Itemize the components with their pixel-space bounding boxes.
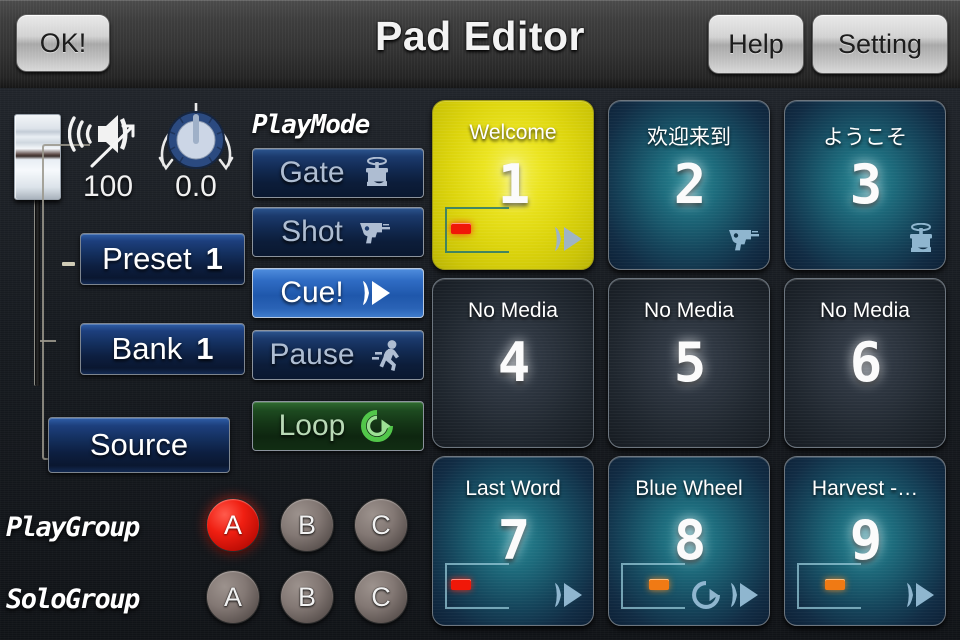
knob-value: 0.0 <box>175 170 217 203</box>
pad-mode-icons <box>551 577 585 613</box>
pad-grid: Welcome 1 欢迎来到 2 ようこそ 3 No Media 4 No Media 5 N… <box>432 100 952 636</box>
playgroup-button-a[interactable]: A <box>206 498 260 552</box>
titlebar: OK! Pad Editor Help Setting <box>0 0 960 90</box>
loop-arrow-icon <box>357 409 397 443</box>
pad-status-led <box>649 579 669 590</box>
pad-1[interactable]: Welcome 1 <box>432 100 594 270</box>
pistol-icon <box>727 225 761 253</box>
pad-5[interactable]: No Media 5 <box>608 278 770 448</box>
help-button[interactable]: Help <box>708 14 804 74</box>
playmode-shot-button[interactable]: Shot <box>252 207 424 257</box>
pad-3[interactable]: ようこそ 3 <box>784 100 946 270</box>
running-man-icon <box>367 338 407 372</box>
pad-mode-icons <box>551 221 585 257</box>
editor-body: 100 0.0 Preset 1 Bank 1 Source PlayMode … <box>0 88 960 640</box>
pad-4[interactable]: No Media 4 <box>432 278 594 448</box>
playmode-loop-button[interactable]: Loop <box>252 401 424 451</box>
cue-play-icon <box>727 580 761 610</box>
pad-status-led <box>825 579 845 590</box>
pad-mode-icons <box>727 221 761 257</box>
pad-number: 3 <box>849 153 883 216</box>
playmode-loop-label: Loop <box>278 409 346 442</box>
pad-number: 5 <box>673 331 707 394</box>
playmode-gate-button[interactable]: Gate <box>252 148 424 198</box>
pad-title: Last Word <box>465 477 561 500</box>
pistol-icon <box>355 215 395 249</box>
pad-6[interactable]: No Media 6 <box>784 278 946 448</box>
cue-play-icon <box>551 580 585 610</box>
pad-number: 2 <box>673 153 707 216</box>
pad-title: Blue Wheel <box>635 477 743 500</box>
preset-value: 1 <box>205 241 223 276</box>
pad-status-led <box>451 223 471 234</box>
sologroup-button-c[interactable]: C <box>354 570 408 624</box>
pad-number: 6 <box>849 331 883 394</box>
pad-9[interactable]: Harvest -… 9 <box>784 456 946 626</box>
pad-title: Harvest -… <box>811 477 919 500</box>
playmode-heading: PlayMode <box>252 110 370 140</box>
gate-stamp-icon <box>357 156 397 190</box>
pad-7[interactable]: Last Word 7 <box>432 456 594 626</box>
bank-button[interactable]: Bank 1 <box>80 323 245 375</box>
loop-arrow-icon <box>691 580 721 610</box>
pad-mode-icons <box>691 577 761 613</box>
playgroup-button-c[interactable]: C <box>354 498 408 552</box>
setting-button[interactable]: Setting <box>812 14 948 74</box>
playmode-cue-label: Cue! <box>280 276 344 309</box>
pad-8[interactable]: Blue Wheel 8 <box>608 456 770 626</box>
playmode-pause-button[interactable]: Pause <box>252 330 424 380</box>
playmode-shot-label: Shot <box>281 215 343 248</box>
pad-number: 4 <box>497 331 531 394</box>
volume-value: 100 <box>82 170 134 203</box>
source-button[interactable]: Source <box>48 417 230 473</box>
pad-2[interactable]: 欢迎来到 2 <box>608 100 770 270</box>
pad-title: No Media <box>644 299 734 322</box>
bank-label: Bank <box>111 331 183 366</box>
bank-value: 1 <box>196 331 214 366</box>
rotary-knob-icon[interactable] <box>152 102 240 178</box>
gate-stamp-icon <box>905 223 937 255</box>
sologroup-button-a[interactable]: A <box>206 570 260 624</box>
playgroup-label: PlayGroup <box>6 512 140 543</box>
pad-title: ようこそ <box>823 126 907 149</box>
playmode-pause-label: Pause <box>269 338 355 371</box>
pad-title: No Media <box>468 299 558 322</box>
bracket-stub <box>40 340 56 342</box>
cue-play-icon <box>356 276 396 310</box>
pad-title: Welcome <box>469 121 557 144</box>
cue-play-icon <box>903 580 937 610</box>
pad-title: No Media <box>820 299 910 322</box>
preset-label: Preset <box>102 241 192 276</box>
pad-mode-icons <box>903 577 937 613</box>
sologroup-label: SoloGroup <box>6 584 140 615</box>
playgroup-button-b[interactable]: B <box>280 498 334 552</box>
playmode-gate-label: Gate <box>279 156 345 189</box>
speaker-volume-up-icon <box>67 106 146 172</box>
preset-button[interactable]: Preset 1 <box>80 233 245 285</box>
pad-editor-screen: OK! Pad Editor Help Setting 100 0.0 Pres… <box>0 0 960 640</box>
playmode-cue-button[interactable]: Cue! <box>252 268 424 318</box>
pad-mode-icons <box>905 221 937 257</box>
pad-title: 欢迎来到 <box>647 126 731 149</box>
sologroup-button-b[interactable]: B <box>280 570 334 624</box>
pad-status-led <box>451 579 471 590</box>
cue-play-icon <box>551 224 585 254</box>
